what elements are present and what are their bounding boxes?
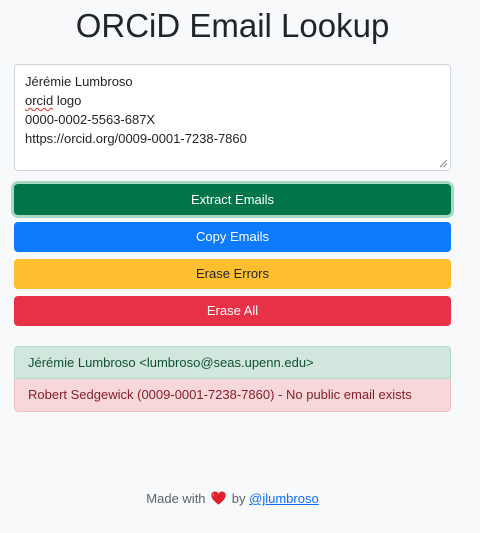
footer: Made with by @jlumbroso (0, 490, 465, 508)
extract-emails-button[interactable]: Extract Emails (14, 184, 451, 215)
erase-all-button[interactable]: Erase All (14, 296, 451, 326)
textarea-content[interactable]: Jérémie Lumbroso orcid logo 0000-0002-55… (25, 72, 247, 148)
page-title: ORCiD Email Lookup (75, 7, 390, 44)
resize-grip-icon[interactable] (439, 159, 448, 168)
erase-errors-button[interactable]: Erase Errors (14, 259, 451, 289)
textarea-line: Jérémie Lumbroso (25, 74, 133, 89)
copy-emails-button[interactable]: Copy Emails (14, 222, 451, 252)
footer-by: by (231, 491, 246, 506)
author-link[interactable]: @jlumbroso (249, 491, 319, 506)
footer-prefix: Made with (146, 491, 206, 506)
textarea-line: https://orcid.org/0009-0001-7238-7860 (25, 131, 247, 146)
results-list: Jérémie Lumbroso <lumbroso@seas.upenn.ed… (14, 346, 451, 412)
heart-icon (211, 491, 226, 505)
result-item-error: Robert Sedgewick (0009-0001-7238-7860) -… (14, 379, 451, 412)
textarea-line: orcid logo (25, 91, 247, 110)
spellcheck-word: orcid (25, 93, 54, 108)
textarea-word: logo (56, 93, 82, 108)
result-item-success: Jérémie Lumbroso <lumbroso@seas.upenn.ed… (14, 346, 451, 379)
textarea-line: 0000-0002-5563-687X (25, 112, 156, 127)
input-textarea[interactable]: Jérémie Lumbroso orcid logo 0000-0002-55… (14, 64, 451, 171)
